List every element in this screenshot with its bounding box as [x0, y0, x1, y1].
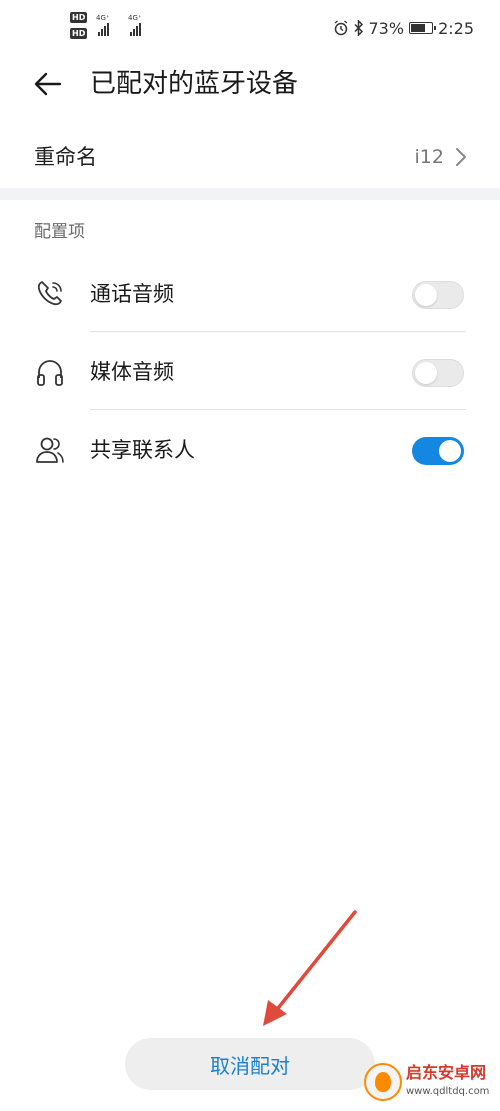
- watermark: 启东安卓网 www.qdltdq.com: [364, 1061, 496, 1105]
- row-divider: [90, 331, 466, 332]
- watermark-logo-icon: [364, 1063, 402, 1101]
- call-audio-toggle[interactable]: [412, 281, 464, 309]
- clock: 2:25: [438, 18, 474, 38]
- chevron-right-icon: [456, 148, 466, 166]
- status-right: 73% 2:25: [333, 16, 474, 40]
- battery-icon: [409, 22, 437, 34]
- contacts-icon: [36, 437, 64, 463]
- headphones-icon: [37, 360, 63, 386]
- signal-icon: [130, 22, 141, 36]
- config-row-call-audio[interactable]: 通话音频: [0, 256, 500, 332]
- config-label: 媒体音频: [90, 360, 174, 384]
- battery-percent: 73%: [368, 18, 405, 38]
- alarm-icon: [334, 20, 347, 36]
- unpair-button[interactable]: 取消配对: [125, 1038, 375, 1090]
- section-label: 配置项: [34, 222, 85, 242]
- phone-icon: [37, 281, 62, 306]
- watermark-name: 启东安卓网: [406, 1063, 487, 1082]
- config-label: 通话音频: [90, 282, 174, 306]
- rename-row[interactable]: 重命名 i12: [0, 128, 500, 186]
- watermark-url: www.qdltdq.com: [406, 1086, 490, 1097]
- network-type: 4G⁺: [96, 14, 110, 22]
- media-audio-toggle[interactable]: [412, 359, 464, 387]
- bluetooth-icon: [353, 20, 363, 36]
- status-bar: HD HD 4G⁺ 4G⁺ 73% 2:25: [0, 0, 500, 52]
- hd-badge: HD: [70, 28, 88, 39]
- device-name-value: i12: [414, 146, 444, 168]
- network-type: 4G⁺: [128, 14, 142, 22]
- config-row-media-audio[interactable]: 媒体音频: [0, 334, 500, 410]
- hd-badge: HD: [70, 12, 88, 23]
- page-title: 已配对的蓝牙设备: [90, 69, 299, 99]
- row-divider: [90, 409, 466, 410]
- signal-icon: [98, 22, 109, 36]
- arrow-left-icon[interactable]: [30, 66, 66, 102]
- signal-indicators: HD HD 4G⁺ 4G⁺: [70, 12, 170, 42]
- app-header: 已配对的蓝牙设备: [0, 52, 500, 116]
- share-contacts-toggle[interactable]: [412, 437, 464, 465]
- rename-label: 重命名: [34, 145, 97, 169]
- section-divider: [0, 188, 500, 200]
- config-row-share-contacts[interactable]: 共享联系人: [0, 412, 500, 488]
- config-label: 共享联系人: [90, 438, 195, 462]
